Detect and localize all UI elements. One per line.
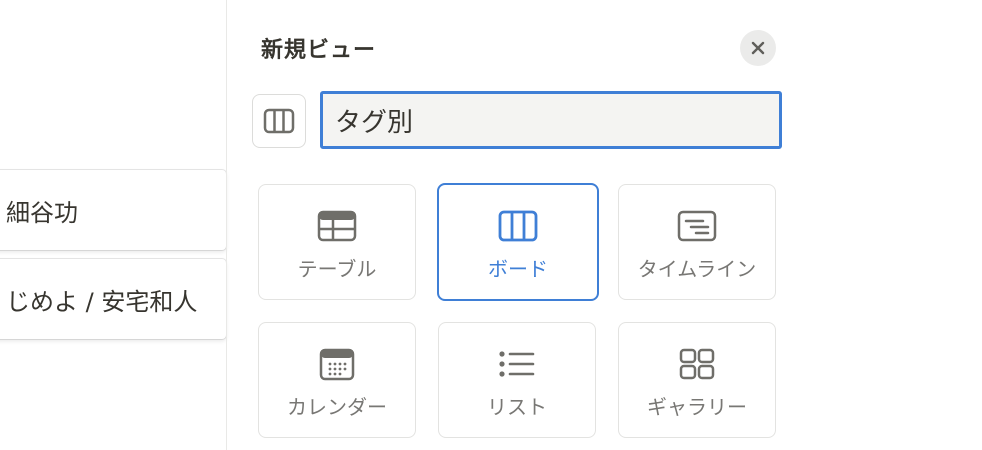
card-title: じめよ / 安宅和人 [6,287,198,316]
layout-label: ボード [488,257,548,281]
layout-option-gallery[interactable]: ギャラリー [618,322,776,438]
panel-title: 新規ビュー [261,38,377,63]
board-area: 細谷功 じめよ / 安宅和人 [0,0,228,450]
board-layout-icon [263,108,295,134]
layout-option-list[interactable]: リスト [438,322,596,438]
card-title: 細谷功 [6,198,78,227]
layout-label: タイムライン [637,257,757,281]
layout-option-calendar[interactable]: カレンダー [258,322,416,438]
board-card[interactable]: じめよ / 安宅和人 [0,259,226,339]
layout-label: リスト [487,395,547,419]
board-card[interactable]: 細谷功 [0,170,226,250]
board-icon [498,210,538,242]
calendar-icon [319,348,355,381]
layout-label: カレンダー [287,395,387,419]
gallery-icon [679,348,715,380]
view-name-input[interactable] [320,91,782,149]
timeline-icon [677,210,717,242]
layout-option-board[interactable]: ボード [437,183,599,301]
close-button[interactable] [740,30,776,66]
layout-option-table[interactable]: テーブル [258,184,416,300]
layout-option-timeline[interactable]: タイムライン [618,184,776,300]
list-icon [499,351,535,377]
new-view-panel: 新規ビュー テーブル [227,0,982,450]
layout-label: テーブル [297,257,377,281]
view-icon-button[interactable] [252,94,306,148]
table-icon [317,210,357,242]
close-icon [751,41,765,55]
layout-label: ギャラリー [647,395,747,419]
